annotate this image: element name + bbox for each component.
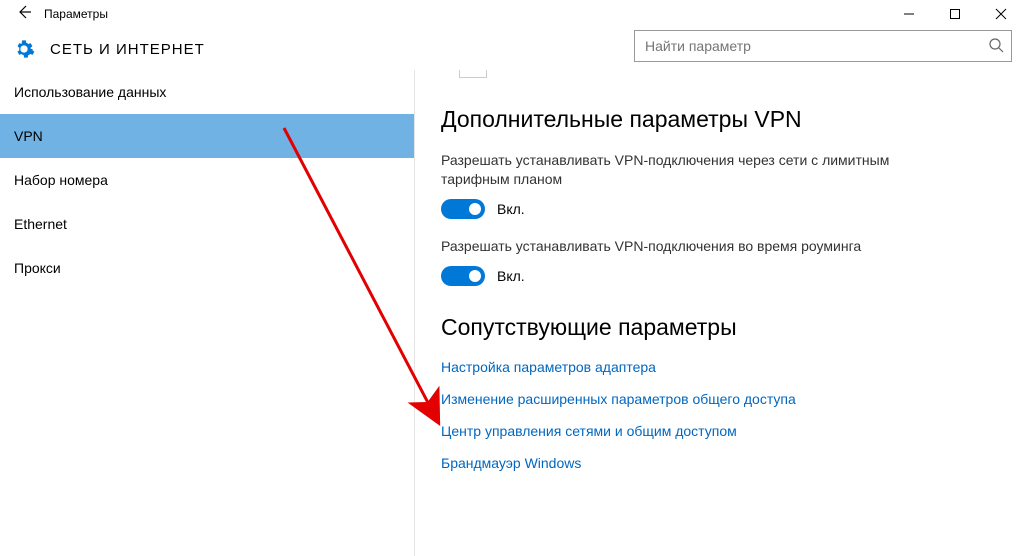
page-title: СЕТЬ И ИНТЕРНЕТ bbox=[50, 41, 205, 58]
link-advanced-sharing[interactable]: Изменение расширенных параметров общего … bbox=[441, 391, 998, 407]
sidebar-item-label: Использование данных bbox=[14, 84, 166, 100]
maximize-button[interactable] bbox=[932, 0, 978, 28]
titlebar: Параметры bbox=[0, 0, 1024, 28]
window-title: Параметры bbox=[44, 7, 108, 21]
sidebar-item-dialup[interactable]: Набор номера bbox=[0, 158, 414, 202]
gear-icon bbox=[12, 37, 36, 61]
back-button[interactable] bbox=[8, 4, 40, 25]
section-title-advanced: Дополнительные параметры VPN bbox=[441, 106, 998, 133]
section-title-related: Сопутствующие параметры bbox=[441, 314, 998, 341]
sidebar-item-label: Набор номера bbox=[14, 172, 108, 188]
sidebar-item-label: VPN bbox=[14, 128, 43, 144]
toggle-roaming[interactable] bbox=[441, 266, 485, 286]
setting-roaming-label: Разрешать устанавливать VPN-подключения … bbox=[441, 237, 961, 256]
sidebar-item-proxy[interactable]: Прокси bbox=[0, 246, 414, 290]
sidebar: Использование данных VPN Набор номера Et… bbox=[0, 70, 415, 556]
search-input[interactable] bbox=[634, 30, 1012, 62]
sidebar-item-label: Ethernet bbox=[14, 216, 67, 232]
link-firewall[interactable]: Брандмауэр Windows bbox=[441, 455, 998, 471]
toggle-knob bbox=[469, 270, 481, 282]
toggle-metered-state: Вкл. bbox=[497, 201, 525, 217]
close-button[interactable] bbox=[978, 0, 1024, 28]
link-network-center[interactable]: Центр управления сетями и общим доступом bbox=[441, 423, 998, 439]
toggle-knob bbox=[469, 203, 481, 215]
scroll-cutoff bbox=[459, 70, 487, 78]
sidebar-item-data-usage[interactable]: Использование данных bbox=[0, 70, 414, 114]
sidebar-item-vpn[interactable]: VPN bbox=[0, 114, 414, 158]
sidebar-item-ethernet[interactable]: Ethernet bbox=[0, 202, 414, 246]
sidebar-item-label: Прокси bbox=[14, 260, 61, 276]
search-icon bbox=[988, 37, 1004, 56]
window-controls bbox=[886, 0, 1024, 28]
link-adapter-options[interactable]: Настройка параметров адаптера bbox=[441, 359, 998, 375]
minimize-button[interactable] bbox=[886, 0, 932, 28]
main-panel: Дополнительные параметры VPN Разрешать у… bbox=[415, 70, 1024, 556]
toggle-metered[interactable] bbox=[441, 199, 485, 219]
setting-metered-label: Разрешать устанавливать VPN-подключения … bbox=[441, 151, 961, 189]
toggle-roaming-state: Вкл. bbox=[497, 268, 525, 284]
search-container bbox=[634, 30, 1012, 62]
